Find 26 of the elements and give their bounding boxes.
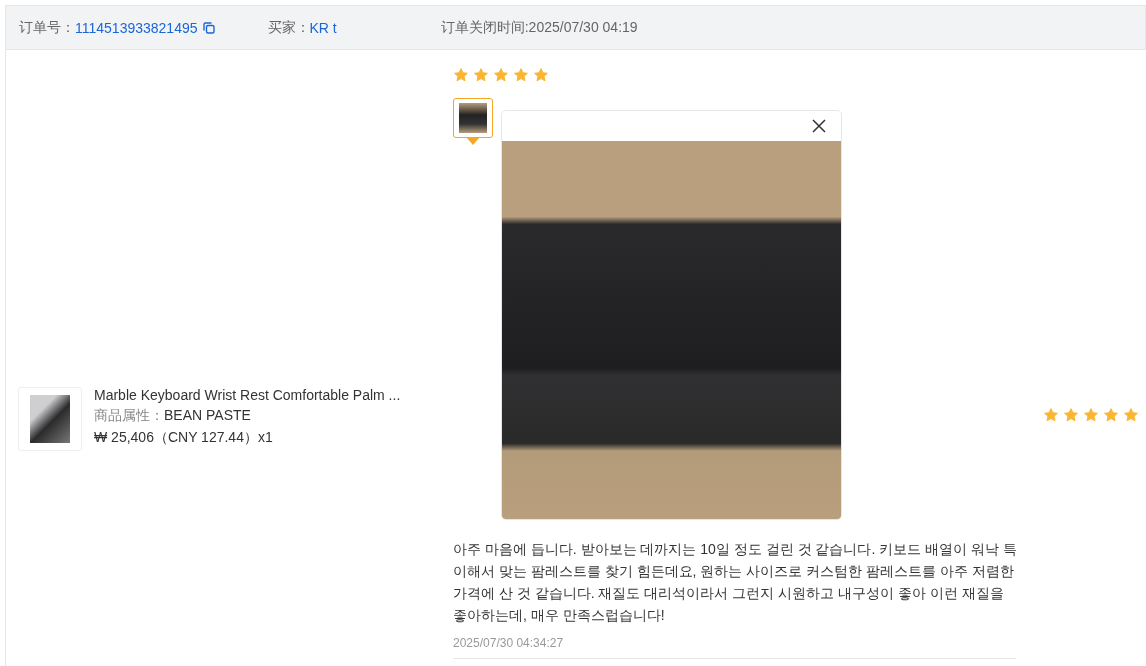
star-icon bbox=[1043, 407, 1059, 423]
product-thumbnail[interactable] bbox=[18, 387, 82, 451]
product-price: ₩ 25,406（CNY 127.44）x1 bbox=[94, 429, 274, 447]
order-closed-time: 订单关闭时间:2025/07/30 04:19 bbox=[440, 18, 638, 37]
star-icon bbox=[1123, 407, 1139, 423]
buyer-label: 买家： bbox=[267, 18, 310, 37]
star-icon bbox=[513, 67, 529, 83]
product-title[interactable]: Marble Keyboard Wrist Rest Comfortable Palm ... bbox=[94, 387, 401, 403]
review-time: 2025/07/30 04:34:27 bbox=[453, 636, 565, 650]
star-icon bbox=[533, 67, 549, 83]
review-text: 아주 마음에 듭니다. 받아보는 데까지는 10일 정도 걸린 것 같습니다. 키보드 배열이 워낙 특이해서 맞는 팜레스트를 찾기 힘든데요, 원하는 사이즈로 커스텀한 팜레스트를 아주 저렴한 가격에 산 것 같습니다. 재질도 대리석이라서 그런지 시원하고 내구성이 좋아 이런 재질을 좋아하는데, 매우 만족스럽습니다! bbox=[453, 540, 1018, 625]
review-photo-thumbnail[interactable] bbox=[453, 98, 493, 138]
attribute-label: 商品属性： bbox=[94, 407, 164, 423]
copy-icon[interactable] bbox=[202, 21, 215, 34]
attribute-value: BEAN PASTE bbox=[164, 407, 251, 423]
close-icon[interactable] bbox=[812, 119, 826, 133]
star-icon bbox=[1103, 407, 1119, 423]
buyer-link[interactable]: KR t bbox=[309, 19, 337, 36]
pointer-icon bbox=[467, 138, 479, 145]
star-icon bbox=[473, 67, 489, 83]
order-number-label: 订单号： bbox=[19, 18, 75, 37]
star-icon bbox=[1063, 407, 1079, 423]
star-icon bbox=[493, 67, 509, 83]
star-icon bbox=[453, 67, 469, 83]
star-icon bbox=[1083, 407, 1099, 423]
order-number-link[interactable]: 1114513933821495 bbox=[75, 19, 198, 36]
